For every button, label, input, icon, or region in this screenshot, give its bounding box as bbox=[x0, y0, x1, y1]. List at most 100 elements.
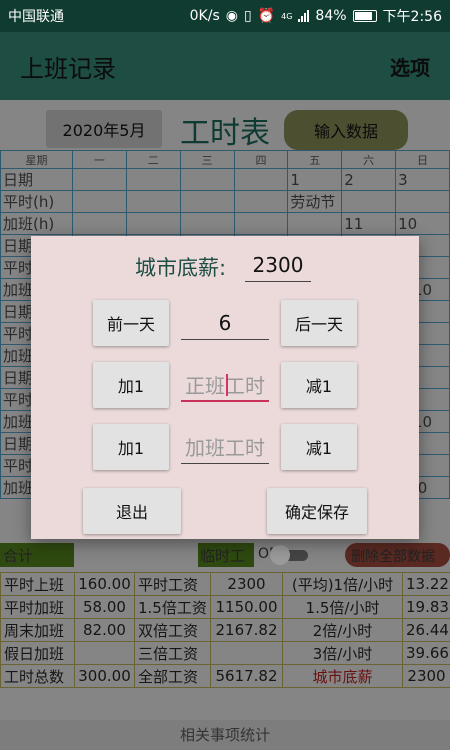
calendar-cell[interactable] bbox=[287, 212, 343, 235]
calendar-row: 平时(h) 劳动节 bbox=[0, 190, 450, 213]
calendar-cell[interactable] bbox=[72, 212, 127, 235]
day-input[interactable]: 6 bbox=[181, 306, 269, 340]
day-value: 6 bbox=[218, 310, 232, 335]
app-title: 上班记录 bbox=[20, 54, 116, 83]
calendar-cell[interactable] bbox=[125, 212, 181, 235]
totals-bar: 合计 临时工 OFF 删除全部数据 bbox=[0, 543, 450, 567]
calendar-cell[interactable] bbox=[395, 190, 450, 213]
summary-cell: 全部工资 bbox=[134, 664, 211, 688]
calendar-cell[interactable]: 2 bbox=[341, 168, 397, 191]
footer-stats-tab[interactable]: 相关事项统计 bbox=[0, 720, 450, 750]
summary-cell: 160.00 bbox=[74, 572, 135, 596]
calendar-cell[interactable] bbox=[125, 190, 181, 213]
weekday-header: 四 bbox=[233, 150, 289, 169]
summary-cell: 13.22 bbox=[402, 572, 450, 596]
alarm-icon: ⏰ bbox=[257, 8, 276, 24]
sheet-title: 工时表 bbox=[180, 116, 270, 151]
carrier-label: 中国联通 bbox=[8, 9, 64, 25]
calendar-cell[interactable]: 11 bbox=[341, 212, 397, 235]
regular-add-button[interactable]: 加1 bbox=[93, 362, 169, 408]
calendar-cell[interactable] bbox=[72, 168, 127, 191]
calendar-row: 加班(h) 11 10 bbox=[0, 212, 450, 235]
calendar-cell[interactable] bbox=[125, 168, 181, 191]
total-label: 合计 bbox=[0, 543, 74, 567]
summary-cell: 双倍工资 bbox=[134, 618, 211, 642]
calendar-cell[interactable] bbox=[179, 168, 235, 191]
overtime-minus-button[interactable]: 减1 bbox=[281, 424, 357, 470]
summary-cell: 城市底薪 bbox=[282, 664, 403, 688]
weekday-header: 星期 bbox=[0, 150, 73, 169]
overtime-hours-input[interactable]: 加班工时 bbox=[181, 430, 269, 464]
base-salary-label: 城市底薪: bbox=[135, 256, 227, 280]
summary-cell: (平均)1倍/小时 bbox=[282, 572, 403, 596]
row-label: 加班(h) bbox=[0, 212, 73, 235]
summary-row: 平时上班 160.00 平时工资 2300 (平均)1倍/小时 13.22 bbox=[0, 572, 450, 596]
summary-cell: 26.44 bbox=[402, 618, 450, 642]
temp-worker-label: 临时工 bbox=[198, 543, 254, 567]
calendar-cell[interactable] bbox=[233, 212, 289, 235]
summary-cell: 平时工资 bbox=[134, 572, 211, 596]
input-data-button[interactable]: 输入数据 bbox=[284, 110, 408, 150]
weekday-header: 二 bbox=[125, 150, 181, 169]
regular-hours-input[interactable]: 正班工时 bbox=[181, 368, 269, 402]
summary-cell: 2300 bbox=[210, 572, 283, 596]
summary-row: 周末加班 82.00 双倍工资 2167.82 2倍/小时 26.44 bbox=[0, 618, 450, 642]
temp-worker-toggle[interactable]: OFF bbox=[256, 543, 312, 567]
base-salary-value: 2300 bbox=[252, 252, 304, 277]
calendar-cell[interactable] bbox=[72, 190, 127, 213]
summary-cell: 1150.00 bbox=[210, 595, 283, 619]
save-button[interactable]: 确定保存 bbox=[267, 488, 367, 534]
summary-cell: 39.66 bbox=[402, 641, 450, 665]
summary-cell: 2167.82 bbox=[210, 618, 283, 642]
summary-cell: 82.00 bbox=[74, 618, 135, 642]
battery-percent: 84% bbox=[315, 8, 347, 24]
calendar-cell[interactable]: 劳动节 bbox=[287, 190, 343, 213]
month-button[interactable]: 2020年5月 bbox=[46, 110, 162, 148]
net-label: 4G bbox=[281, 11, 293, 21]
summary-cell: 2300 bbox=[402, 664, 450, 688]
summary-cell: 19.83 bbox=[402, 595, 450, 619]
prev-day-button[interactable]: 前一天 bbox=[93, 300, 169, 346]
regular-hours-placeholder: 正班工时 bbox=[185, 373, 265, 398]
options-menu[interactable]: 选项 bbox=[390, 52, 430, 81]
weekday-header: 五 bbox=[287, 150, 343, 169]
next-day-button[interactable]: 后一天 bbox=[281, 300, 357, 346]
summary-row: 平时加班 58.00 1.5倍工资 1150.00 1.5倍/小时 19.83 bbox=[0, 595, 450, 619]
summary-cell: 3倍/小时 bbox=[282, 641, 403, 665]
calendar-cell[interactable] bbox=[233, 168, 289, 191]
status-bar: 中国联通 0K/s ◉ ▯ ⏰ 4G 84% 下午2:56 bbox=[0, 0, 450, 32]
summary-cell: 5617.82 bbox=[210, 664, 283, 688]
base-salary-input[interactable]: 2300 bbox=[245, 248, 311, 282]
row-label: 平时(h) bbox=[0, 190, 73, 213]
summary-cell: 平时加班 bbox=[0, 595, 75, 619]
toggle-thumb bbox=[270, 545, 290, 565]
calendar-cell[interactable]: 1 bbox=[287, 168, 343, 191]
vibrate-icon: ▯ bbox=[243, 8, 252, 24]
delete-all-button[interactable]: 删除全部数据 bbox=[345, 543, 450, 567]
regular-minus-button[interactable]: 减1 bbox=[281, 362, 357, 408]
calendar-cell[interactable] bbox=[179, 212, 235, 235]
calendar-cell[interactable]: 10 bbox=[395, 212, 450, 235]
summary-cell: 假日加班 bbox=[0, 641, 75, 665]
summary-cell: 2倍/小时 bbox=[282, 618, 403, 642]
summary-cell bbox=[74, 641, 135, 665]
summary-cell: 三倍工资 bbox=[134, 641, 211, 665]
calendar-cell[interactable]: 3 bbox=[395, 168, 450, 191]
signal-icon bbox=[298, 10, 310, 22]
summary-row: 工时总数 300.00 全部工资 5617.82 城市底薪 2300 bbox=[0, 664, 450, 688]
overtime-add-button[interactable]: 加1 bbox=[93, 424, 169, 470]
summary-cell: 1.5倍/小时 bbox=[282, 595, 403, 619]
text-cursor bbox=[226, 374, 228, 396]
weekday-header: 一 bbox=[72, 150, 127, 169]
exit-button[interactable]: 退出 bbox=[83, 488, 181, 534]
summary-cell: 58.00 bbox=[74, 595, 135, 619]
summary-cell: 工时总数 bbox=[0, 664, 75, 688]
hotspot-icon: ◉ bbox=[225, 8, 238, 24]
calendar-cell[interactable] bbox=[233, 190, 289, 213]
weekday-header: 六 bbox=[341, 150, 397, 169]
overtime-hours-placeholder: 加班工时 bbox=[185, 436, 265, 460]
calendar-cell[interactable] bbox=[179, 190, 235, 213]
app-bar: 上班记录 选项 bbox=[0, 32, 450, 100]
calendar-cell[interactable] bbox=[341, 190, 397, 213]
weekday-header: 日 bbox=[395, 150, 450, 169]
